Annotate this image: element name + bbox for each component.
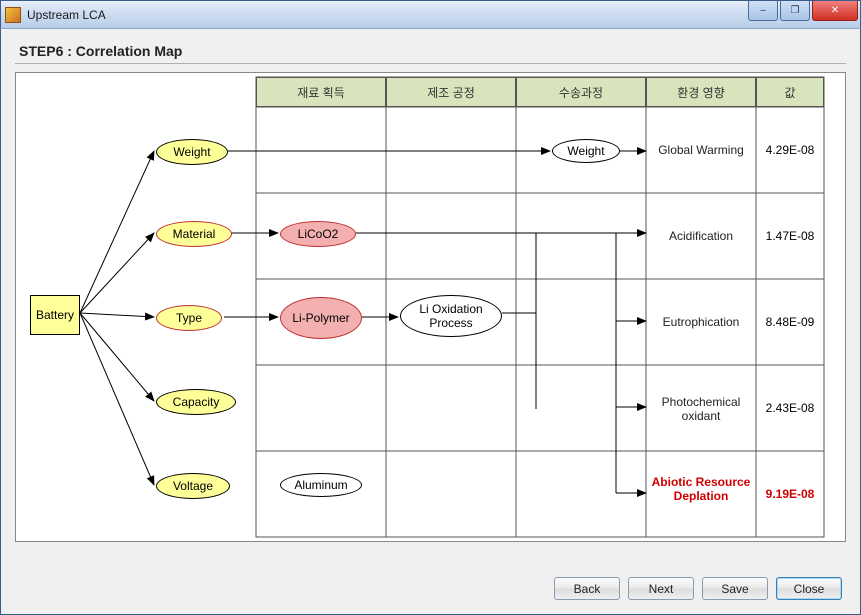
impact-photochemical: Photochemical oxidant [646, 395, 756, 423]
col-header-value: 값 [756, 77, 824, 107]
close-button[interactable]: Close [776, 577, 842, 600]
attr-material: Material [156, 221, 232, 247]
value-r5: 9.19E-08 [758, 487, 822, 501]
minimize-button[interactable]: – [748, 1, 778, 21]
process-li-oxidation: Li Oxidation Process [400, 295, 502, 337]
correlation-map: 재료 획득 제조 공정 수송과정 환경 영향 값 Battery Weight … [15, 72, 846, 542]
material-licoo2: LiCoO2 [280, 221, 356, 247]
value-r1: 4.29E-08 [758, 143, 822, 157]
transport-weight: Weight [552, 139, 620, 163]
divider [15, 63, 846, 64]
back-button[interactable]: Back [554, 577, 620, 600]
page-title: STEP6 : Correlation Map [19, 43, 846, 59]
col-header-transport: 수송과정 [516, 77, 646, 107]
impact-abiotic: Abiotic Resource Deplation [646, 475, 756, 503]
close-window-button[interactable]: ✕ [812, 1, 858, 21]
impact-eutrophication: Eutrophication [646, 315, 756, 329]
app-icon [5, 7, 21, 23]
attr-voltage: Voltage [156, 473, 230, 499]
attr-type: Type [156, 305, 222, 331]
root-node-battery: Battery [30, 295, 80, 335]
impact-acidification: Acidification [646, 229, 756, 243]
client-area: STEP6 : Correlation Map [0, 28, 861, 615]
type-lipolymer: Li-Polymer [280, 297, 362, 339]
impact-global-warming: Global Warming [646, 143, 756, 157]
col-header-material-acq: 재료 획득 [256, 77, 386, 107]
window-title: Upstream LCA [27, 8, 106, 22]
button-row: Back Next Save Close [554, 577, 842, 600]
window-buttons: – ❐ ✕ [748, 1, 858, 21]
value-r2: 1.47E-08 [758, 229, 822, 243]
next-button[interactable]: Next [628, 577, 694, 600]
col-header-impact: 환경 영향 [646, 77, 756, 107]
maximize-button[interactable]: ❐ [780, 1, 810, 21]
titlebar: Upstream LCA – ❐ ✕ [0, 0, 861, 28]
value-r3: 8.48E-09 [758, 315, 822, 329]
value-r4: 2.43E-08 [758, 401, 822, 415]
col-header-manufacturing: 제조 공정 [386, 77, 516, 107]
attr-weight: Weight [156, 139, 228, 165]
material-aluminum: Aluminum [280, 473, 362, 497]
attr-capacity: Capacity [156, 389, 236, 415]
save-button[interactable]: Save [702, 577, 768, 600]
